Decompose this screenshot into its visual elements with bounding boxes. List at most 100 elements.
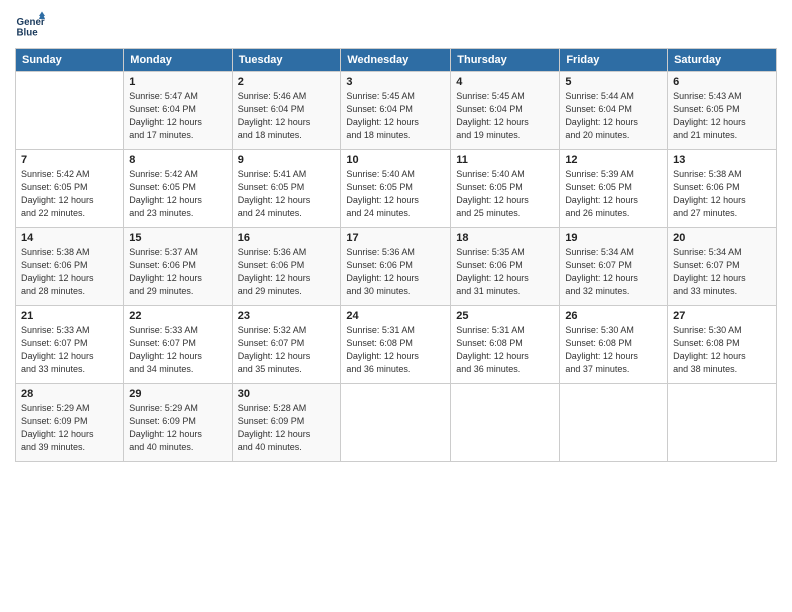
calendar-table: SundayMondayTuesdayWednesdayThursdayFrid… [15,48,777,462]
day-info-line: Daylight: 12 hours [129,116,226,129]
day-info-line: Sunset: 6:08 PM [673,337,771,350]
day-info-line: Daylight: 12 hours [238,194,336,207]
day-info-line: and 29 minutes. [238,285,336,298]
day-number: 3 [346,76,445,88]
calendar-cell: 30Sunrise: 5:28 AMSunset: 6:09 PMDayligh… [232,384,341,462]
day-info-line: Sunset: 6:06 PM [238,259,336,272]
day-info-line: and 29 minutes. [129,285,226,298]
day-info-line: and 36 minutes. [346,363,445,376]
main-container: General Blue SundayMondayTuesdayWednesda… [0,0,792,472]
day-info-line: Sunset: 6:06 PM [346,259,445,272]
day-info-line: Sunset: 6:09 PM [129,415,226,428]
day-info-line: Sunset: 6:05 PM [346,181,445,194]
day-number: 15 [129,232,226,244]
day-info-line: Daylight: 12 hours [565,272,662,285]
calendar-header-cell: Tuesday [232,49,341,72]
day-info-line: Sunset: 6:04 PM [238,103,336,116]
day-number: 14 [21,232,118,244]
day-number: 13 [673,154,771,166]
day-info-line: and 33 minutes. [673,285,771,298]
calendar-cell [451,384,560,462]
day-info-line: Sunrise: 5:44 AM [565,90,662,103]
day-info-line: Sunrise: 5:29 AM [129,402,226,415]
day-info-line: Daylight: 12 hours [129,428,226,441]
calendar-cell [668,384,777,462]
day-number: 23 [238,310,336,322]
day-info-line: Sunrise: 5:36 AM [346,246,445,259]
day-info-line: Sunset: 6:05 PM [238,181,336,194]
day-info-line: Sunrise: 5:36 AM [238,246,336,259]
day-info-line: Sunset: 6:05 PM [21,181,118,194]
day-info-line: Daylight: 12 hours [238,428,336,441]
calendar-cell [16,72,124,150]
day-info-line: Sunset: 6:07 PM [21,337,118,350]
day-info-line: and 23 minutes. [129,207,226,220]
calendar-cell: 4Sunrise: 5:45 AMSunset: 6:04 PMDaylight… [451,72,560,150]
calendar-cell: 23Sunrise: 5:32 AMSunset: 6:07 PMDayligh… [232,306,341,384]
day-info-line: Sunset: 6:09 PM [21,415,118,428]
calendar-cell [341,384,451,462]
day-info-line: Sunrise: 5:40 AM [346,168,445,181]
day-number: 20 [673,232,771,244]
day-info-line: Sunset: 6:09 PM [238,415,336,428]
day-info-line: Sunrise: 5:40 AM [456,168,554,181]
day-info-line: Daylight: 12 hours [129,194,226,207]
day-info-line: Daylight: 12 hours [238,350,336,363]
day-number: 30 [238,388,336,400]
day-info-line: Daylight: 12 hours [21,194,118,207]
day-info-line: and 40 minutes. [129,441,226,454]
day-info-line: Daylight: 12 hours [456,350,554,363]
day-number: 17 [346,232,445,244]
calendar-week-row: 7Sunrise: 5:42 AMSunset: 6:05 PMDaylight… [16,150,777,228]
day-info-line: Sunrise: 5:29 AM [21,402,118,415]
day-info-line: and 18 minutes. [238,129,336,142]
day-number: 2 [238,76,336,88]
day-info-line: Sunrise: 5:31 AM [456,324,554,337]
day-info-line: and 36 minutes. [456,363,554,376]
day-number: 12 [565,154,662,166]
day-info-line: and 24 minutes. [238,207,336,220]
day-info-line: Sunrise: 5:34 AM [673,246,771,259]
day-info-line: Sunrise: 5:30 AM [673,324,771,337]
day-info-line: Sunset: 6:08 PM [565,337,662,350]
day-info-line: and 30 minutes. [346,285,445,298]
day-info-line: Daylight: 12 hours [346,272,445,285]
calendar-cell: 14Sunrise: 5:38 AMSunset: 6:06 PMDayligh… [16,228,124,306]
day-number: 11 [456,154,554,166]
header: General Blue [15,10,777,40]
calendar-cell: 18 Sunrise: 5:35 AMSunset: 6:06 PMDayligh… [451,228,560,306]
day-number: 6 [673,76,771,88]
day-number: 1 [129,76,226,88]
day-info-line: Daylight: 12 hours [673,272,771,285]
calendar-week-row: 1Sunrise: 5:47 AMSunset: 6:04 PMDaylight… [16,72,777,150]
day-number: 26 [565,310,662,322]
day-info-line: Sunrise: 5:35 AM [456,246,554,259]
calendar-header-cell: Wednesday [341,49,451,72]
calendar-header-cell: Sunday [16,49,124,72]
day-info-line: Daylight: 12 hours [21,272,118,285]
logo-icon: General Blue [15,10,45,40]
calendar-cell: 27Sunrise: 5:30 AMSunset: 6:08 PMDayligh… [668,306,777,384]
day-info-line: and 26 minutes. [565,207,662,220]
day-info-line: and 21 minutes. [673,129,771,142]
calendar-header-cell: Monday [124,49,232,72]
calendar-header-cell: Friday [560,49,668,72]
calendar-week-row: 21Sunrise: 5:33 AMSunset: 6:07 PMDayligh… [16,306,777,384]
day-info-line: Sunset: 6:07 PM [129,337,226,350]
calendar-cell: 19Sunrise: 5:34 AMSunset: 6:07 PMDayligh… [560,228,668,306]
day-info-line: Sunset: 6:04 PM [456,103,554,116]
day-number: 18 [456,232,554,244]
day-info-line: Daylight: 12 hours [565,194,662,207]
day-number: 21 [21,310,118,322]
calendar-cell: 21Sunrise: 5:33 AMSunset: 6:07 PMDayligh… [16,306,124,384]
day-number: 27 [673,310,771,322]
calendar-cell: 17 Sunrise: 5:36 AMSunset: 6:06 PMDayligh… [341,228,451,306]
day-info-line: Sunset: 6:06 PM [456,259,554,272]
day-info-line: Daylight: 12 hours [21,428,118,441]
day-info-line: Sunrise: 5:33 AM [129,324,226,337]
day-number: 19 [565,232,662,244]
day-info-line: and 22 minutes. [21,207,118,220]
day-info-line: Daylight: 12 hours [456,272,554,285]
day-info-line: Sunset: 6:06 PM [673,181,771,194]
day-info-line: Sunrise: 5:45 AM [456,90,554,103]
